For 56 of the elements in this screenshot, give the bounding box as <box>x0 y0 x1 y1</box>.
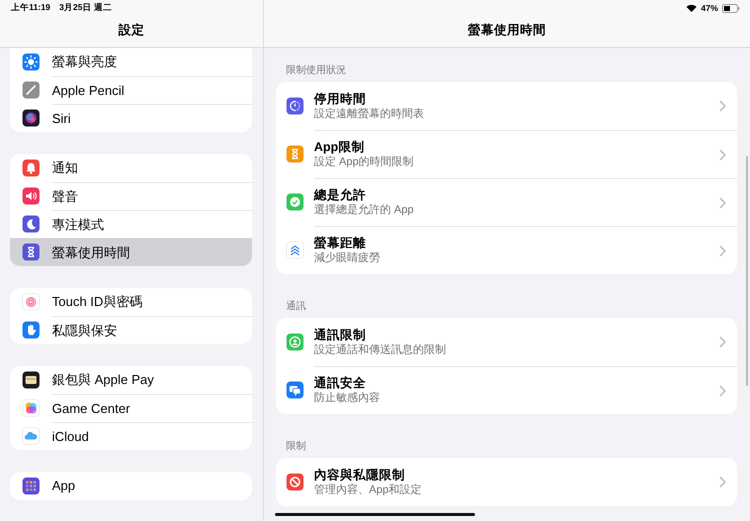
wifi-icon <box>686 4 697 12</box>
sidebar-item[interactable]: iCloud <box>10 422 252 450</box>
sidebar-item[interactable]: Apple Pencil <box>10 76 252 104</box>
grid-icon <box>22 477 40 495</box>
fingerprint-icon <box>22 293 40 311</box>
prohibited-icon <box>286 473 304 491</box>
battery-icon <box>722 4 740 12</box>
chevron-icon <box>719 244 726 256</box>
battery-percent: 47% <box>700 3 718 13</box>
section-header: 通訊 <box>285 300 307 314</box>
sidebar-title: 設定 <box>117 22 146 39</box>
sidebar-item[interactable]: 螢幕與亮度 <box>10 48 252 76</box>
pencil-icon <box>22 81 40 99</box>
bell-icon <box>22 159 40 177</box>
sidebar-item[interactable]: Siri <box>10 104 252 132</box>
wallet-icon <box>22 371 40 389</box>
clock-icon <box>286 97 304 115</box>
settings-row[interactable]: 通訊安全 防止敏感內容 <box>276 366 737 414</box>
settings-row[interactable]: 內容與私隱限制 管理內容、App和設定 <box>276 458 737 506</box>
section-header: 限制 <box>285 440 307 454</box>
sidebar-item[interactable]: 銀包與 Apple Pay <box>10 366 252 394</box>
settings-row[interactable]: 停用時間 設定遠離螢幕的時間表 <box>276 82 737 130</box>
chevron-icon <box>719 384 726 396</box>
sidebar-item[interactable]: 通知 <box>10 154 252 182</box>
checkmark-icon <box>286 193 304 211</box>
hourglass-icon <box>22 243 40 261</box>
section-header: 限制使用狀況 <box>285 64 347 78</box>
hourglass-icon <box>286 145 304 163</box>
chevron-icon <box>719 100 726 112</box>
settings-row[interactable]: App限制 設定 App的時間限制 <box>276 130 737 178</box>
settings-row[interactable]: 總是允許 選擇總是允許的 App <box>276 178 737 226</box>
settings-row[interactable]: 螢幕距離 減少眼睛疲勞 <box>276 226 737 274</box>
sidebar-item[interactable]: 私隱與保安 <box>10 316 252 344</box>
sidebar-item[interactable]: App <box>10 472 252 500</box>
chevron-icon <box>719 476 726 488</box>
sidebar-item[interactable]: Touch ID與密碼 <box>10 288 252 316</box>
sidebar-item[interactable]: Game Center <box>10 394 252 422</box>
hand-icon <box>22 321 40 339</box>
sidebar-item[interactable]: 聲音 <box>10 182 252 210</box>
settings-row[interactable]: 通訊限制 設定通話和傳送訊息的限制 <box>276 318 737 366</box>
chevron-icon <box>719 148 726 160</box>
person-icon <box>286 333 304 351</box>
sidebar-item[interactable]: 螢幕使用時間 <box>10 238 252 266</box>
status-date: 3月25日 週二 <box>59 2 112 14</box>
chevrons-icon <box>286 241 304 259</box>
sun-icon <box>22 53 40 71</box>
moon-icon <box>22 215 40 233</box>
cloud-icon <box>22 427 40 445</box>
page-title: 螢幕使用時間 <box>467 22 547 39</box>
status-time: 上午11:19 <box>11 2 50 14</box>
chevron-icon <box>719 196 726 208</box>
bubbles-icon <box>22 399 40 417</box>
chevron-icon <box>719 336 726 348</box>
orb-icon <box>22 109 40 127</box>
chat-bubbles-icon <box>286 381 304 399</box>
speaker-icon <box>22 187 40 205</box>
